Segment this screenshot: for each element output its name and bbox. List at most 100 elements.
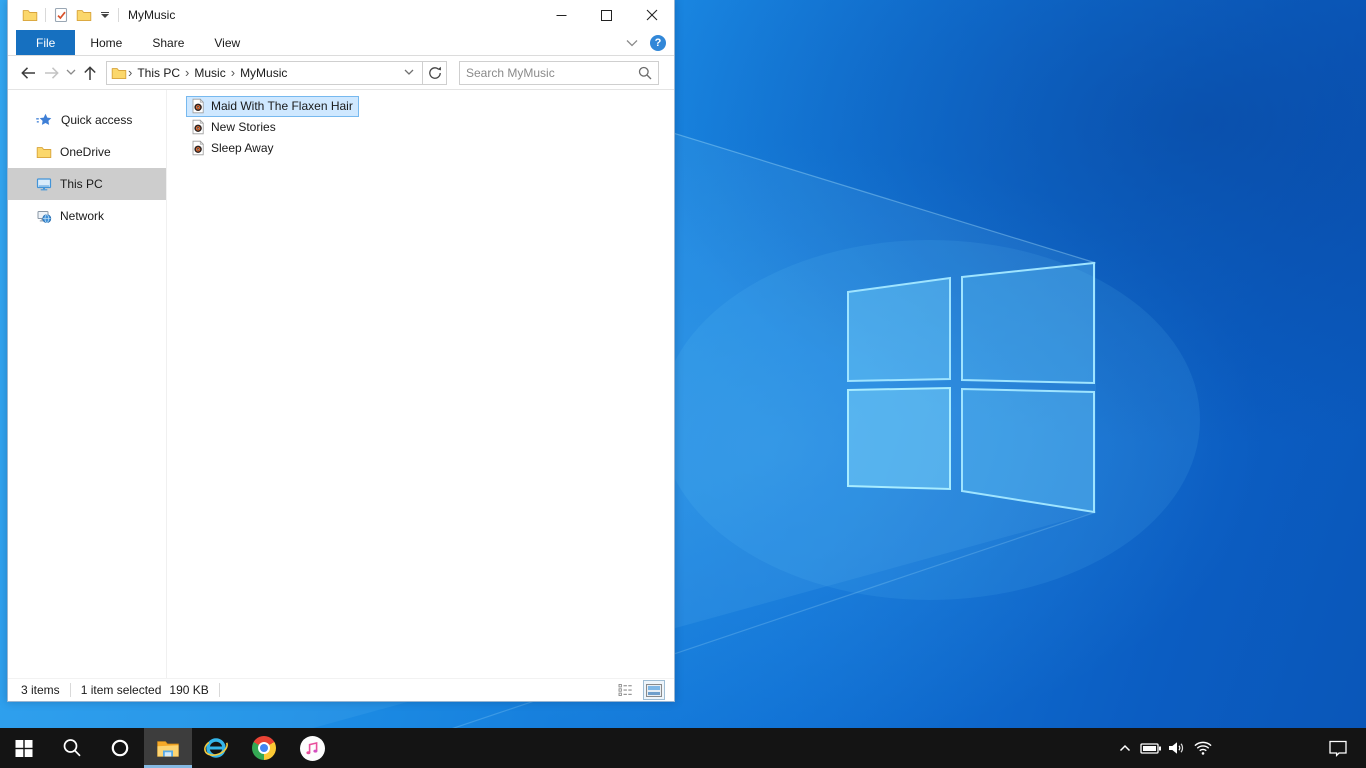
selection-size: 190 KB: [169, 683, 209, 697]
large-thumbnails-view-button[interactable]: [643, 680, 665, 700]
customize-chevron-bar: [101, 12, 109, 13]
statusbar-separator: [69, 683, 71, 697]
windows-logo-icon: [15, 740, 33, 757]
customize-quick-access-toolbar-button[interactable]: [99, 12, 111, 18]
refresh-button[interactable]: [423, 60, 447, 85]
close-icon: [646, 9, 657, 21]
new-folder-quick-access-button[interactable]: [76, 7, 92, 23]
cortana-button[interactable]: [96, 728, 144, 768]
audio-file-icon: [190, 98, 206, 114]
file-name: New Stories: [211, 120, 276, 134]
help-button[interactable]: ?: [650, 34, 666, 51]
sidebar-item-label: Quick access: [61, 113, 133, 127]
file-item-sleep-away[interactable]: Sleep Away: [186, 138, 280, 159]
details-view-icon: [618, 684, 632, 696]
file-explorer-window: MyMusic File Home Share View ? › This PC…: [7, 0, 675, 702]
titlebar: MyMusic: [8, 0, 674, 30]
file-explorer-folder-icon: [157, 741, 179, 757]
file-name: Maid With The Flaxen Hair: [211, 99, 353, 113]
back-button[interactable]: [16, 61, 40, 85]
large-thumbnails-view-icon: [646, 683, 662, 697]
up-arrow-icon: [84, 65, 96, 80]
itunes-button[interactable]: [288, 728, 336, 768]
wifi-tray-button[interactable]: [1190, 728, 1216, 768]
battery-tray-button[interactable]: [1138, 728, 1164, 768]
maximize-button[interactable]: [584, 0, 629, 30]
show-hidden-icons-button[interactable]: [1112, 728, 1138, 768]
window-title: MyMusic: [128, 8, 176, 22]
network-icon: [36, 208, 52, 224]
new-folder-icon: [76, 10, 92, 22]
hidden-icons-chevron-icon: [1119, 744, 1131, 752]
internet-explorer-icon: [204, 738, 228, 758]
action-center-button[interactable]: [1316, 728, 1360, 768]
file-item-new-stories[interactable]: New Stories: [186, 117, 282, 138]
sidebar-item-onedrive[interactable]: OneDrive: [8, 136, 166, 168]
statusbar-separator: [218, 683, 220, 697]
start-button[interactable]: [0, 728, 48, 768]
properties-quick-access-button[interactable]: [53, 7, 69, 23]
details-view-button[interactable]: [615, 681, 635, 699]
chrome-icon: [252, 736, 276, 760]
navigation-bar: › This PC › Music › MyMusic: [8, 56, 674, 90]
tab-share[interactable]: Share: [137, 30, 199, 55]
file-list-view[interactable]: Maid With The Flaxen Hair New Stories Sl…: [166, 90, 674, 678]
system-tray: [1112, 728, 1216, 768]
file-item-maid-with-the-flaxen-hair[interactable]: Maid With The Flaxen Hair: [186, 96, 359, 117]
sidebar-item-label: OneDrive: [60, 145, 111, 159]
file-explorer-taskbar-button[interactable]: [144, 728, 192, 768]
volume-tray-button[interactable]: [1164, 728, 1190, 768]
forward-button[interactable]: [40, 61, 64, 85]
items-count: 3 items: [21, 683, 60, 697]
customize-chevron-icon: [101, 14, 109, 18]
recent-locations-button[interactable]: [64, 61, 78, 85]
navigation-pane: Quick access OneDrive This PC Network: [8, 90, 166, 678]
this-pc-monitor-icon: [36, 176, 52, 192]
back-arrow-icon: [21, 66, 35, 79]
breadcrumb-mymusic[interactable]: MyMusic: [236, 66, 291, 80]
address-bar[interactable]: › This PC › Music › MyMusic: [106, 60, 423, 85]
taskbar: [0, 728, 1366, 768]
address-folder-icon: [111, 65, 127, 81]
sidebar-item-label: This PC: [60, 177, 103, 191]
chrome-button[interactable]: [240, 728, 288, 768]
tab-home[interactable]: Home: [75, 30, 137, 55]
itunes-note-icon: [299, 735, 325, 761]
onedrive-folder-icon: [36, 144, 52, 160]
expand-ribbon-chevron-icon[interactable]: [626, 36, 638, 50]
magnifier-icon: [63, 739, 81, 757]
cortana-ring-icon: [111, 739, 129, 757]
sidebar-item-label: Network: [60, 209, 105, 223]
quick-access-toolbar: MyMusic: [8, 0, 175, 30]
up-button[interactable]: [78, 61, 102, 85]
close-button[interactable]: [629, 0, 674, 30]
quick-access-star-icon: [36, 112, 53, 128]
sidebar-item-this-pc[interactable]: This PC: [8, 168, 166, 200]
battery-icon: [1140, 743, 1161, 754]
sidebar-item-network[interactable]: Network: [8, 200, 166, 232]
audio-file-icon: [190, 140, 206, 156]
action-center-icon: [1329, 740, 1347, 757]
ribbon-tab-bar: File Home Share View ?: [8, 30, 674, 56]
breadcrumb-this-pc[interactable]: This PC: [133, 66, 184, 80]
refresh-icon: [428, 66, 441, 79]
forward-arrow-icon: [45, 66, 59, 79]
volume-icon: [1169, 742, 1184, 754]
properties-icon: [54, 7, 68, 23]
address-dropdown-chevron-icon[interactable]: [400, 69, 418, 76]
minimize-icon: [556, 14, 567, 16]
explorer-window-folder-icon: [22, 7, 38, 23]
internet-explorer-button[interactable]: [192, 728, 240, 768]
sidebar-item-quick-access[interactable]: Quick access: [8, 104, 166, 136]
search-icon[interactable]: [638, 66, 652, 80]
search-box: [459, 60, 659, 85]
taskbar-search-button[interactable]: [48, 728, 96, 768]
window-controls: [539, 0, 674, 30]
desktop: MyMusic File Home Share View ? › This PC…: [0, 0, 1366, 768]
titlebar-separator: [118, 8, 119, 22]
search-input[interactable]: [466, 65, 638, 80]
breadcrumb-music[interactable]: Music: [190, 66, 229, 80]
tab-view[interactable]: View: [199, 30, 255, 55]
tab-file[interactable]: File: [16, 30, 76, 55]
minimize-button[interactable]: [539, 0, 584, 30]
